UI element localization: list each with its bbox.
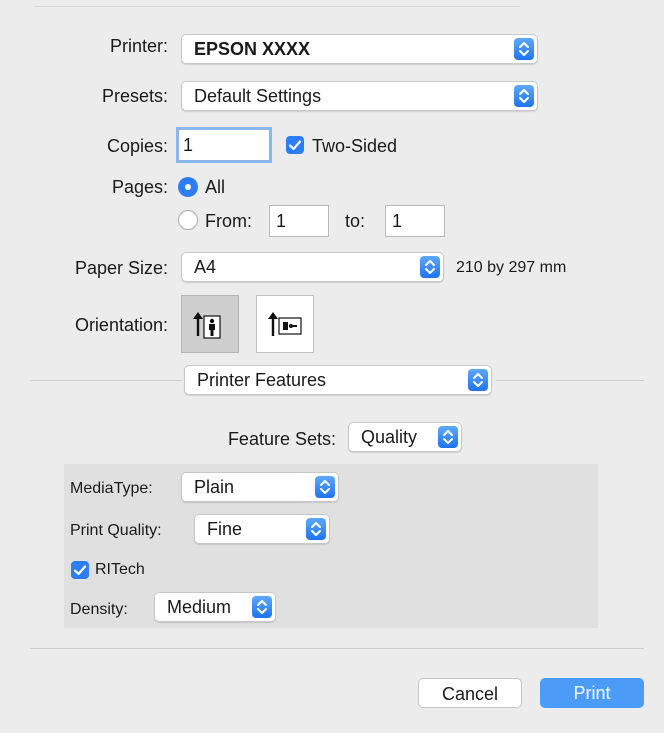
section-value: Printer Features (197, 370, 327, 390)
pages-from-radio[interactable] (178, 210, 198, 230)
media-type-popup[interactable]: Plain (181, 472, 339, 502)
pages-all-radio[interactable] (178, 177, 198, 197)
chevron-updown-icon (252, 596, 272, 618)
chevron-updown-icon (514, 85, 534, 107)
print-button[interactable]: Print (540, 678, 644, 708)
chevron-updown-icon (306, 518, 326, 540)
print-quality-label: Print Quality: (70, 522, 162, 539)
print-quality-popup[interactable]: Fine (194, 514, 330, 544)
checkmark-icon (73, 565, 87, 576)
copies-input[interactable]: 1 (176, 127, 272, 163)
feature-sets-popup[interactable]: Quality (348, 422, 462, 452)
print-quality-value: Fine (207, 519, 243, 539)
printer-popup[interactable]: EPSON XXXX (181, 34, 538, 64)
paper-size-popup[interactable]: A4 (181, 252, 444, 282)
media-type-value: Plain (194, 477, 235, 497)
paper-size-label: Paper Size: (74, 258, 168, 278)
section-popup[interactable]: Printer Features (184, 365, 492, 395)
bottom-divider (30, 648, 644, 649)
two-sided-checkbox[interactable] (286, 136, 304, 154)
pages-to-label: to: (345, 211, 366, 231)
pages-to-input[interactable]: 1 (385, 205, 445, 237)
ritech-checkbox[interactable] (71, 561, 89, 579)
printer-value: EPSON XXXX (194, 39, 311, 59)
orientation-label: Orientation: (74, 315, 168, 335)
density-label: Density: (70, 601, 128, 618)
section-divider-left (30, 380, 182, 381)
landscape-icon (268, 312, 302, 336)
feature-sets-label: Feature Sets: (227, 429, 336, 449)
checkmark-icon (288, 140, 302, 151)
media-type-label: MediaType: (70, 480, 153, 497)
ritech-label: RITech (95, 561, 145, 578)
portrait-button[interactable] (181, 295, 239, 353)
density-popup[interactable]: Medium (154, 592, 276, 622)
chevron-updown-icon (438, 426, 458, 448)
chevron-updown-icon (514, 38, 534, 60)
paper-size-value: A4 (194, 257, 217, 277)
top-divider (34, 6, 520, 7)
copies-label: Copies: (106, 136, 168, 156)
pages-all-label: All (205, 177, 226, 197)
two-sided-label: Two-Sided (312, 136, 398, 156)
paper-size-dimensions: 210 by 297 mm (456, 259, 567, 276)
portrait-icon (193, 312, 221, 339)
section-divider-right (496, 380, 644, 381)
landscape-button[interactable] (256, 295, 314, 353)
density-value: Medium (167, 597, 232, 617)
presets-value: Default Settings (194, 86, 322, 106)
feature-sets-value: Quality (361, 427, 418, 447)
chevron-updown-icon (468, 369, 488, 391)
chevron-updown-icon (315, 476, 335, 498)
pages-from-label: From: (205, 211, 252, 231)
cancel-button[interactable]: Cancel (418, 678, 522, 708)
pages-label: Pages: (111, 177, 168, 197)
presets-popup[interactable]: Default Settings (181, 81, 538, 111)
printer-label: Printer: (109, 36, 168, 56)
presets-label: Presets: (101, 86, 168, 106)
chevron-updown-icon (420, 256, 440, 278)
pages-from-input[interactable]: 1 (269, 205, 329, 237)
